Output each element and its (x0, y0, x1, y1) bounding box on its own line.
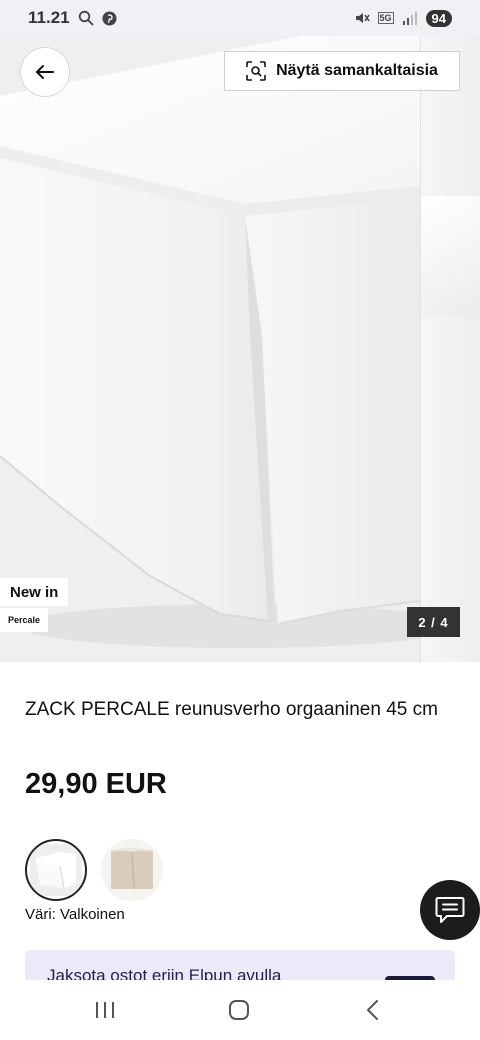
home-button[interactable] (219, 990, 259, 1030)
show-similar-label: Näytä samankaltaisia (276, 62, 438, 79)
chat-bubble-icon (435, 897, 465, 923)
home-icon (229, 1000, 249, 1020)
status-time: 11.21 (28, 8, 70, 27)
signal-icon (402, 12, 417, 25)
color-swatch-white[interactable] (25, 839, 87, 901)
swatch-image-white (30, 844, 82, 896)
network-type: 5G (377, 12, 394, 24)
recent-apps-button[interactable] (85, 990, 125, 1030)
product-image-carousel[interactable] (0, 36, 480, 662)
selected-color-label: Väri: Valkoinen (25, 906, 125, 923)
visual-search-icon (246, 61, 266, 81)
system-nav-bar (0, 980, 480, 1040)
battery-level: 94 (425, 9, 452, 27)
status-right: 5G 94 (354, 9, 452, 27)
new-in-badge: New in (0, 578, 69, 606)
material-badge: Percale (0, 608, 49, 632)
chat-button[interactable] (420, 880, 480, 940)
product-image (0, 36, 420, 662)
pinterest-icon (102, 10, 117, 26)
swatch-image-beige (101, 839, 163, 901)
product-title: ZACK PERCALE reunusverho orgaaninen 45 c… (25, 699, 438, 720)
product-price: 29,90 EUR (25, 768, 167, 800)
image-counter: 2 / 4 (407, 607, 460, 637)
status-left: 11.21 (28, 8, 117, 28)
back-chevron-icon (367, 1000, 378, 1020)
next-product-image-peek[interactable] (420, 36, 480, 662)
show-similar-button[interactable]: Näytä samankaltaisia (224, 51, 460, 91)
arrow-left-icon (36, 65, 54, 79)
recent-apps-icon (96, 1002, 114, 1018)
mute-icon (355, 13, 370, 23)
search-icon (78, 10, 94, 26)
system-back-button[interactable] (353, 990, 393, 1030)
status-bar: 11.21 5G 94 (0, 0, 480, 36)
color-swatch-beige[interactable] (101, 839, 163, 901)
back-button[interactable] (20, 47, 70, 97)
